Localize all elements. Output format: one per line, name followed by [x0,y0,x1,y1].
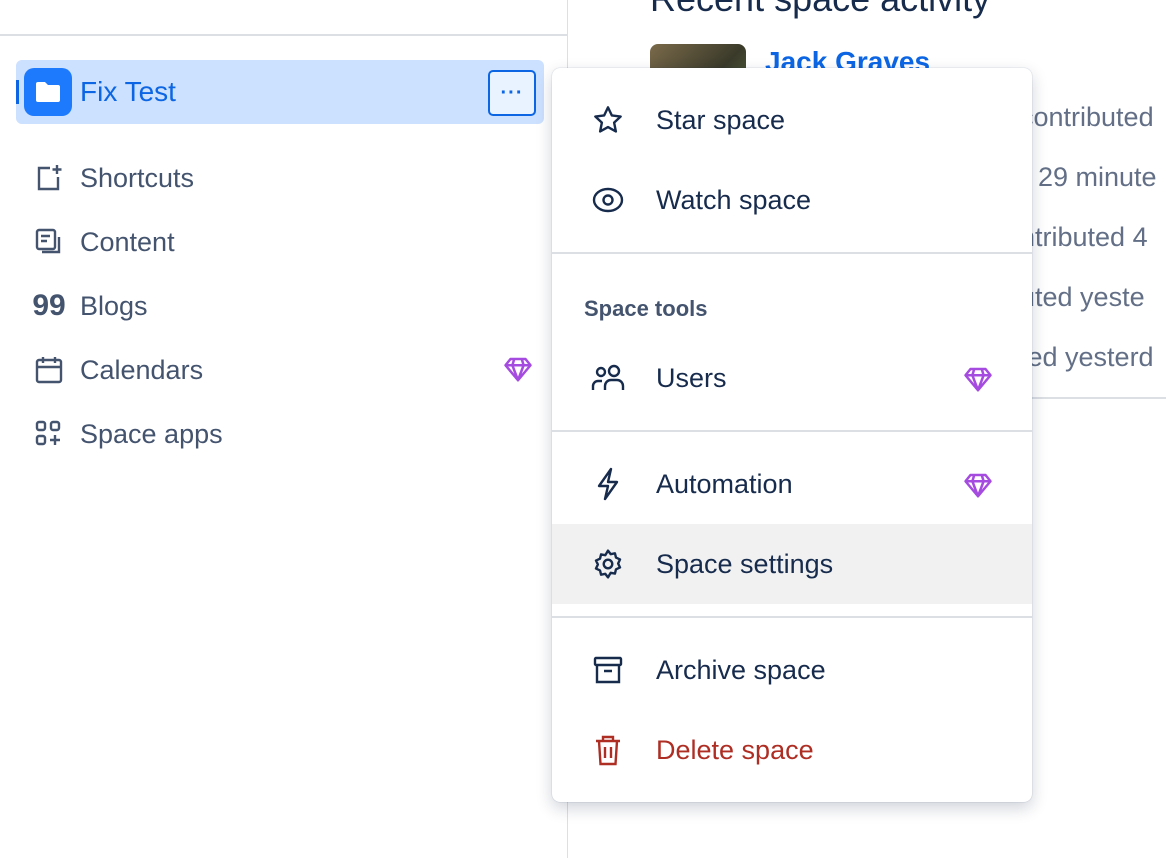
menu-item-label: Space settings [656,549,833,580]
sidebar-item-label: Space apps [80,419,223,450]
sidebar-item-label: Calendars [80,355,203,386]
premium-gem-icon [962,470,994,500]
selected-indicator [16,80,19,104]
menu-item-archive-space[interactable]: Archive space [552,630,1032,710]
menu-item-space-settings[interactable]: Space settings [552,524,1032,604]
sidebar-item-blogs[interactable]: 99 Blogs [32,286,542,326]
menu-item-label: Archive space [656,655,826,686]
divider [552,430,1032,432]
star-icon [590,102,626,138]
page-title: Recent space activity [650,0,990,20]
activity-text: ntributed 4 [1020,222,1148,253]
sidebar-item-space-apps[interactable]: Space apps [32,414,542,454]
premium-gem-icon [962,364,994,394]
menu-item-watch-space[interactable]: Watch space [552,160,1032,240]
menu-item-delete-space[interactable]: Delete space [552,710,1032,790]
calendar-icon [32,353,66,387]
divider [1032,397,1166,399]
lightning-icon [590,466,626,502]
activity-text: contributed [1020,102,1154,133]
sidebar-item-label: Blogs [80,291,148,322]
trash-icon [590,732,626,768]
sidebar-item-calendars[interactable]: Calendars [32,350,542,390]
quote-icon: 99 [32,289,66,323]
premium-gem-icon [502,354,534,384]
sidebar: Fix Test ··· Shortcuts Content 99 Blogs … [0,0,568,858]
activity-text: ted yesterd [1020,342,1154,373]
space-actions-menu: Star space Watch space Space tools Users… [552,68,1032,802]
apps-icon [32,417,66,451]
eye-icon [590,182,626,218]
menu-item-label: Watch space [656,185,811,216]
folder-icon [24,68,72,116]
archive-icon [590,652,626,688]
users-icon [590,360,626,396]
shortcut-add-icon [32,161,66,195]
sidebar-item-shortcuts[interactable]: Shortcuts [32,158,542,198]
content-icon [32,225,66,259]
menu-item-users[interactable]: Users [552,338,1032,418]
sidebar-item-label: Shortcuts [80,163,194,194]
sidebar-item-label: Content [80,227,175,258]
menu-item-label: Users [656,363,727,394]
menu-item-label: Automation [656,469,793,500]
space-name: Fix Test [80,76,176,108]
sidebar-item-content[interactable]: Content [32,222,542,262]
menu-item-star-space[interactable]: Star space [552,80,1032,160]
menu-item-label: Star space [656,105,785,136]
more-actions-button[interactable]: ··· [488,70,536,116]
activity-text: uted yeste [1020,282,1145,313]
gear-icon [590,546,626,582]
activity-text: 29 minute [1038,162,1157,193]
divider [552,252,1032,254]
space-item-fix-test[interactable]: Fix Test ··· [16,60,544,124]
menu-item-automation[interactable]: Automation [552,444,1032,524]
divider [0,34,568,36]
section-heading: Space tools [584,296,707,322]
menu-item-label: Delete space [656,735,814,766]
divider [552,616,1032,618]
